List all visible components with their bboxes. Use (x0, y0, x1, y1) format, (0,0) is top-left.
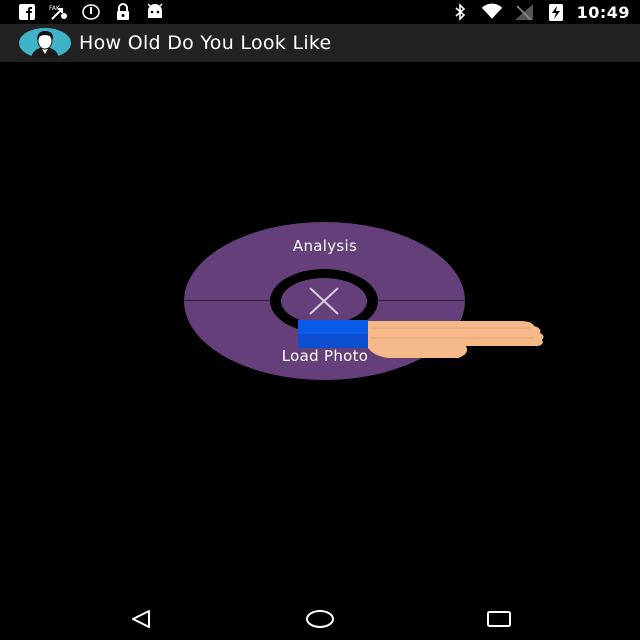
lock-icon (112, 3, 134, 21)
hand-pointer-icon (298, 318, 548, 362)
battery-charging-icon (545, 3, 567, 21)
no-signal-icon (513, 3, 535, 21)
fake-gps-icon: FAK (48, 3, 70, 21)
sync-icon (80, 3, 102, 21)
bluetooth-icon (449, 3, 471, 21)
status-clock: 10:49 (576, 2, 630, 22)
face-avatar-icon[interactable] (19, 28, 71, 58)
back-icon[interactable] (126, 608, 156, 630)
nav-bar (0, 598, 640, 640)
app-bar: How Old Do You Look Like (0, 24, 640, 62)
analysis-button[interactable]: Analysis (225, 237, 425, 255)
wifi-icon (481, 3, 503, 21)
recents-icon[interactable] (484, 608, 514, 630)
close-icon (309, 287, 339, 315)
app-title: How Old Do You Look Like (79, 32, 332, 54)
android-icon (144, 3, 166, 21)
home-icon[interactable] (305, 608, 335, 630)
facebook-icon (16, 3, 38, 21)
status-bar: FAK 10:49 (0, 0, 640, 24)
